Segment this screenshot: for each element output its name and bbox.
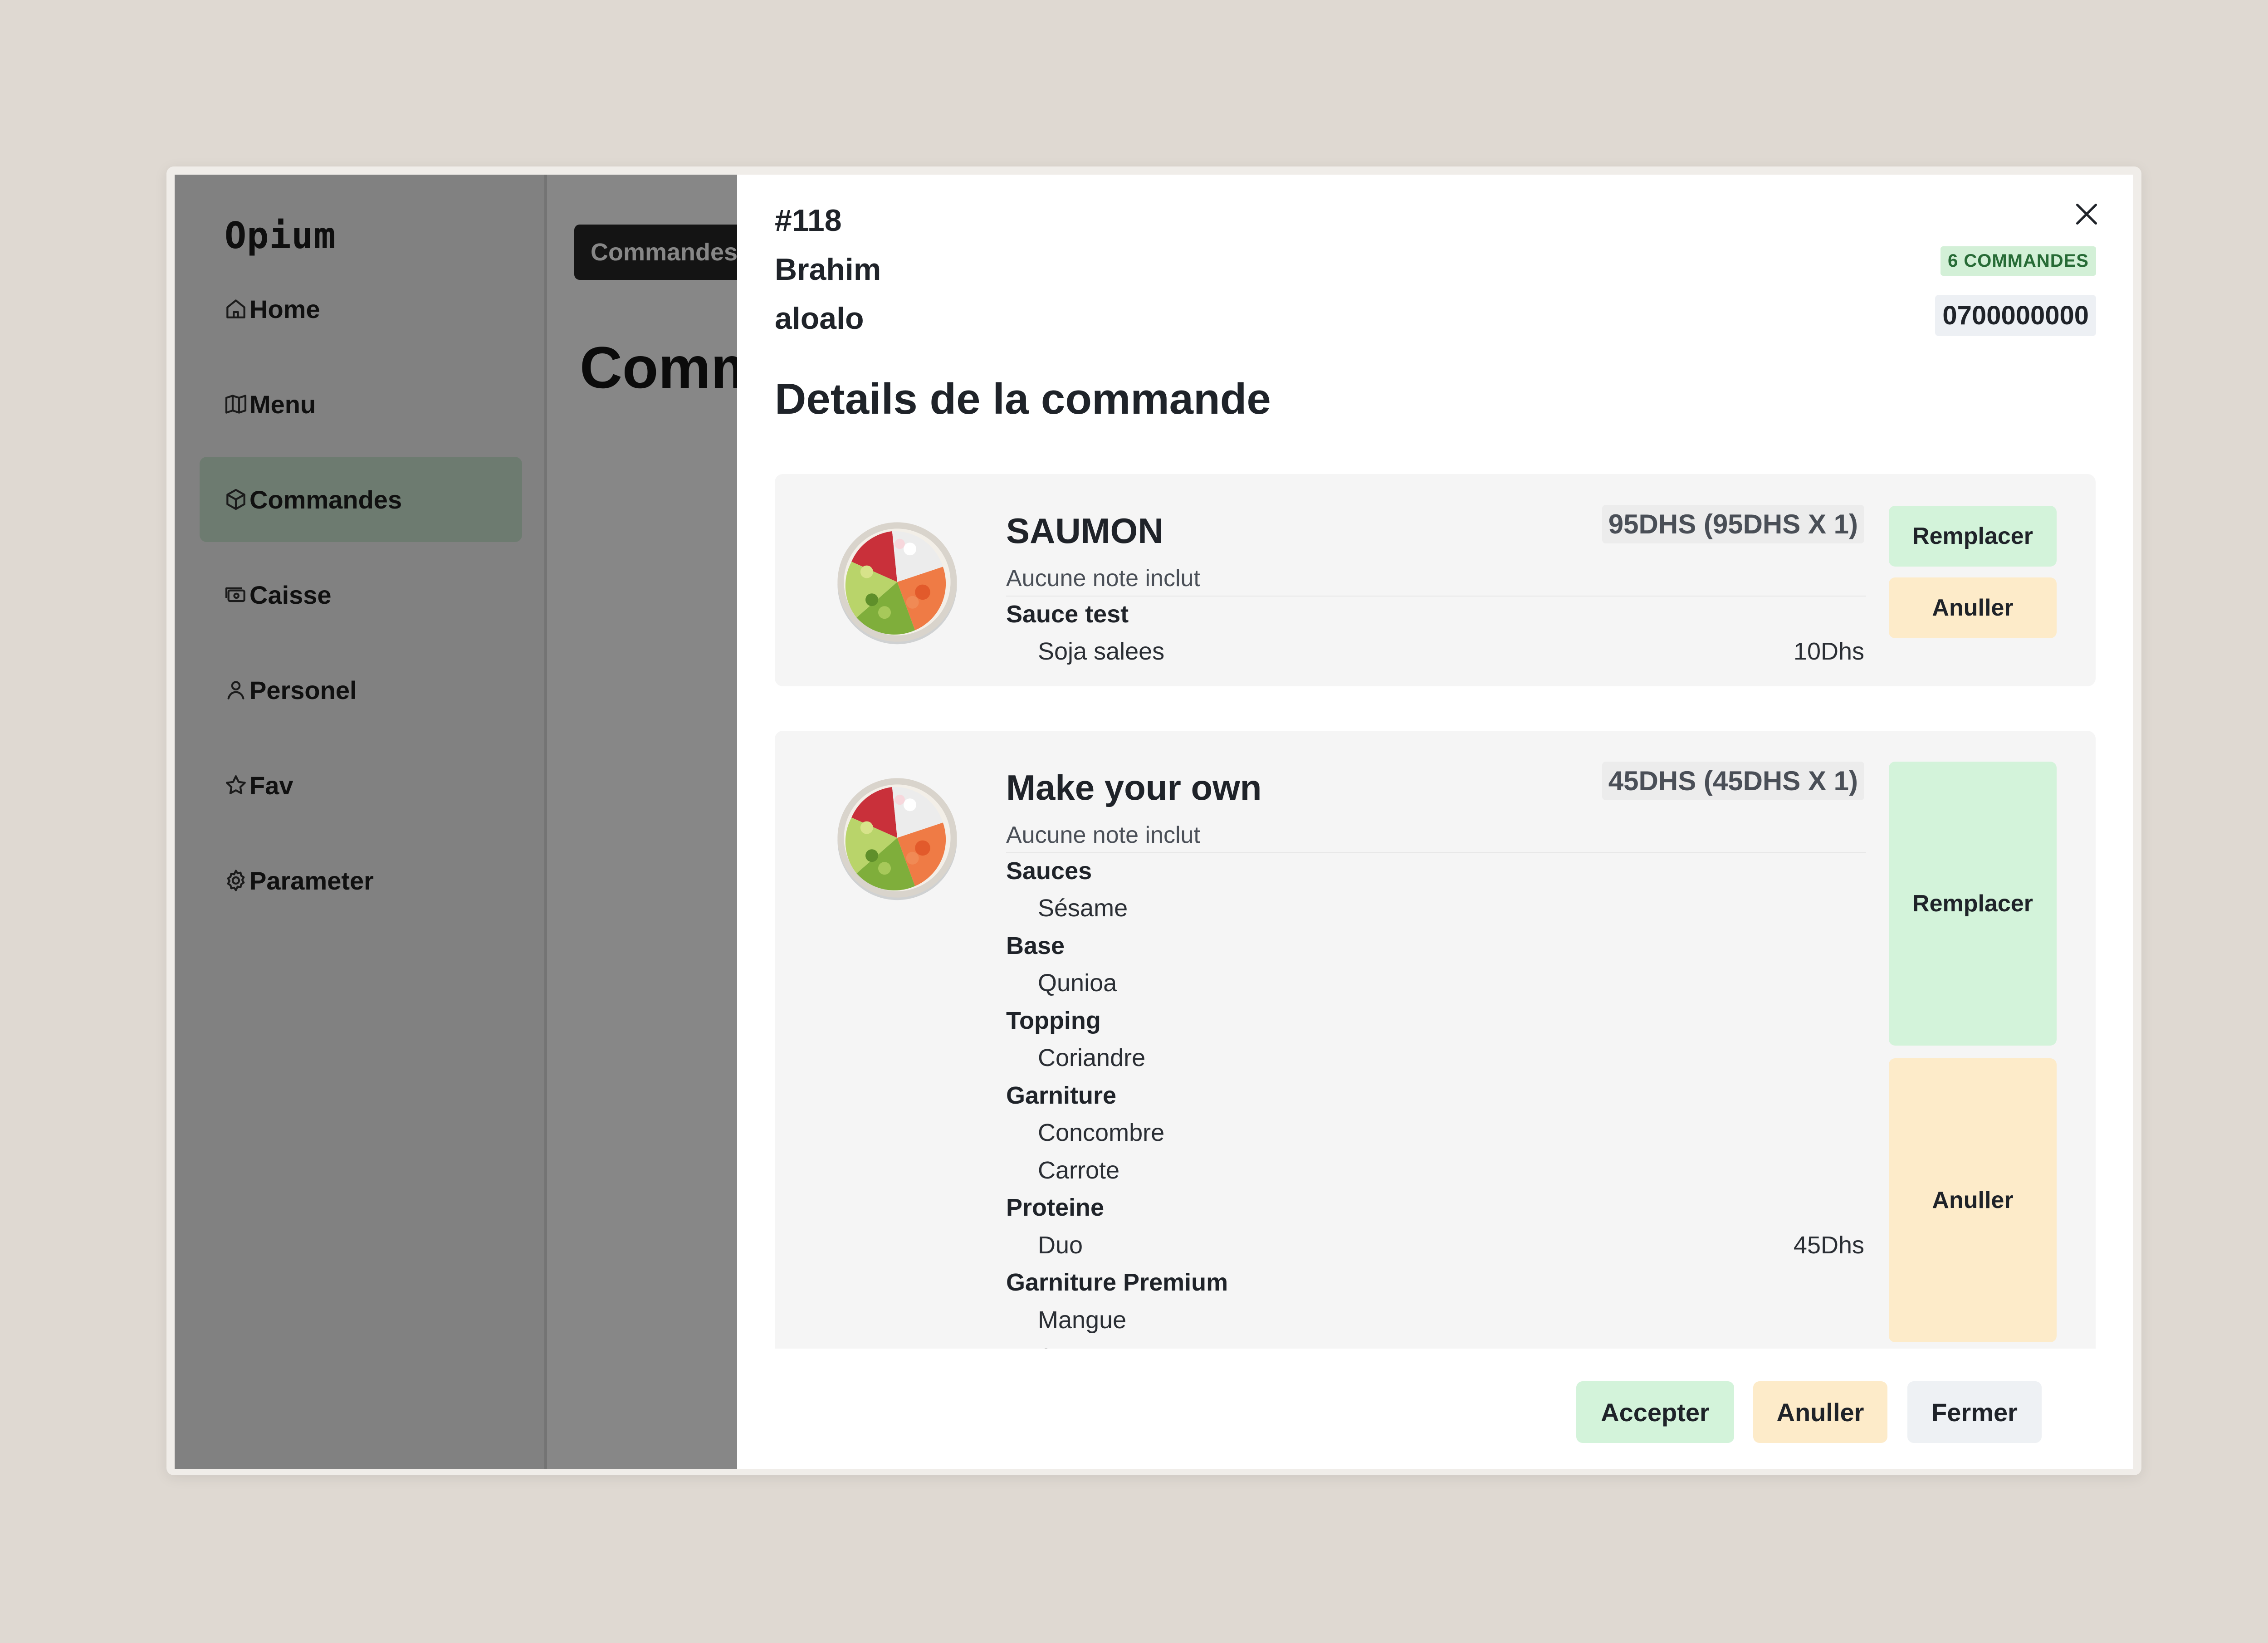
option-value: Carrote <box>1038 1157 1120 1184</box>
option-value: Mangue <box>1038 1306 1127 1334</box>
orders-count-badge: 6 COMMANDES <box>1940 246 2096 276</box>
item-separator <box>1006 596 1866 597</box>
cancel-item-button[interactable]: Anuller <box>1889 577 2057 638</box>
details-title: Details de la commande <box>775 375 1271 423</box>
item-note: Aucune note inclut <box>1006 822 1200 848</box>
accept-button[interactable]: Accepter <box>1576 1381 1734 1443</box>
item-name: SAUMON <box>1006 511 1163 551</box>
option-group-label: Garniture Premium <box>1006 1269 1228 1296</box>
close-button[interactable]: Fermer <box>1907 1381 2042 1443</box>
item-price-badge: 45DHS (45DHS X 1) <box>1602 762 1864 800</box>
option-group-label: Sauces <box>1006 857 1092 885</box>
replace-button[interactable]: Remplacer <box>1889 506 2057 567</box>
client-address: aloalo <box>775 301 864 336</box>
option-group-label: Garniture <box>1006 1082 1117 1109</box>
option-value: Duo <box>1038 1232 1083 1259</box>
option-value: Qunioa <box>1038 969 1117 997</box>
item-price-badge: 95DHS (95DHS X 1) <box>1602 505 1864 543</box>
app-window: Opium Home Menu Commandes Caisse Persone… <box>175 175 2133 1469</box>
close-icon[interactable] <box>2071 198 2102 230</box>
cancel-item-button[interactable]: Anuller <box>1889 1058 2057 1342</box>
option-group-label: Sauce test <box>1006 601 1129 628</box>
cancel-order-button[interactable]: Anuller <box>1753 1381 1887 1443</box>
option-value: Avocat <box>1038 1343 1112 1349</box>
option-value: Concombre <box>1038 1119 1165 1146</box>
item-separator <box>1006 852 1866 853</box>
option-group-label: Proteine <box>1006 1194 1105 1221</box>
option-group-label: Base <box>1006 932 1065 959</box>
item-name: Make your own <box>1006 768 1262 807</box>
client-name: Brahim <box>775 252 881 287</box>
modal-backdrop[interactable] <box>175 175 737 1469</box>
replace-button[interactable]: Remplacer <box>1889 762 2057 1046</box>
order-items-list[interactable]: SAUMON 95DHS (95DHS X 1) Aucune note inc… <box>775 474 2096 1349</box>
item-subtotal: 10Dhs <box>1793 638 1864 665</box>
order-number: #118 <box>775 203 842 238</box>
order-item: SAUMON 95DHS (95DHS X 1) Aucune note inc… <box>775 474 2096 686</box>
item-subtotal: 45Dhs <box>1793 1232 1864 1259</box>
dish-image <box>834 518 961 645</box>
dish-image <box>834 774 961 901</box>
option-value: Coriandre <box>1038 1044 1146 1071</box>
order-item: Make your own 45DHS (45DHS X 1) Aucune n… <box>775 731 2096 1349</box>
option-group-label: Topping <box>1006 1007 1101 1034</box>
option-value: Soja salees <box>1038 638 1165 665</box>
order-details-modal: #118 Brahim aloalo 6 COMMANDES 070000000… <box>737 175 2133 1469</box>
option-value: Sésame <box>1038 895 1128 922</box>
item-note: Aucune note inclut <box>1006 565 1200 592</box>
phone-number: 0700000000 <box>1935 295 2096 336</box>
